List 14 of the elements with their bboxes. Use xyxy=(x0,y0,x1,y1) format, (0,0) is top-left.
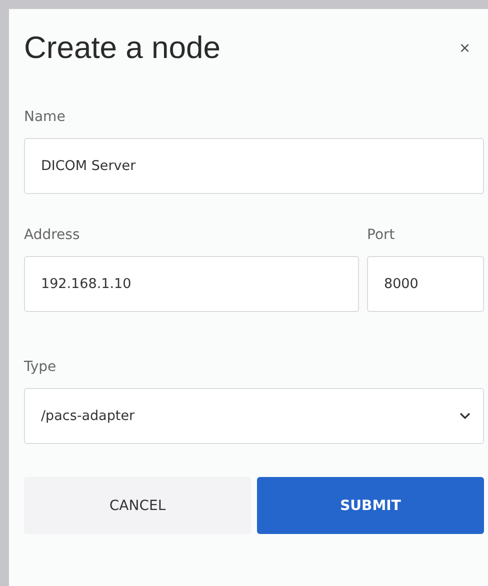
field-label: Address xyxy=(24,227,81,243)
submit-button[interactable]: SUBMIT xyxy=(257,477,484,534)
port-field[interactable]: 8000 xyxy=(367,256,484,312)
address-field[interactable]: 192.168.1.10 xyxy=(24,256,359,312)
cancel-button[interactable]: CANCEL xyxy=(24,477,251,534)
close-button[interactable]: × xyxy=(453,38,484,58)
field-label: Type xyxy=(24,359,58,375)
dialog-title: Create a node xyxy=(24,30,220,66)
select-value: /pacs-adapter xyxy=(41,408,135,424)
name-field[interactable]: DICOM Server xyxy=(24,138,484,194)
chevron-down-icon xyxy=(459,412,471,420)
type-select[interactable]: /pacs-adapter xyxy=(24,388,484,444)
field-label: Port xyxy=(367,227,396,243)
field-label: Name xyxy=(24,109,66,125)
